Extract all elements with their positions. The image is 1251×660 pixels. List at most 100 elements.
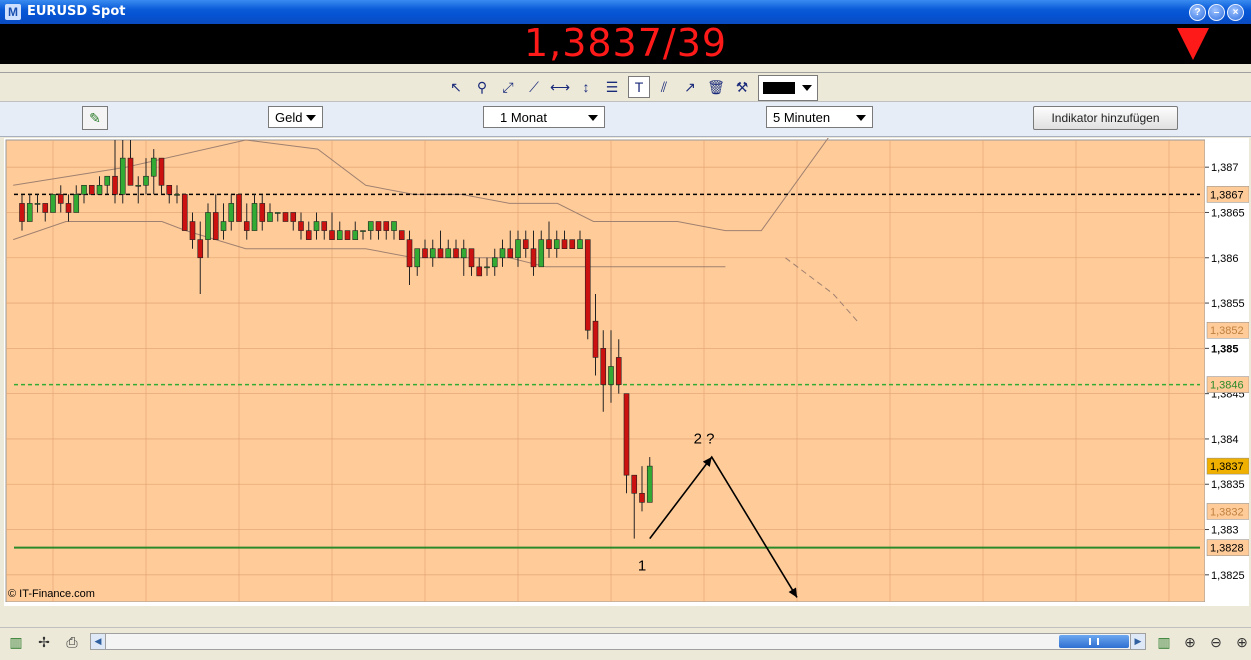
trendline-icon[interactable]: ⤢ [498,77,518,97]
period-value: 1 Monat [500,110,547,125]
candle-body [414,248,421,268]
y-tick-label: 1,3855 [1211,298,1245,310]
candle-body [484,266,490,269]
fibonacci-icon[interactable]: ☰ [602,77,622,97]
candle-body [88,184,95,195]
candle-body [422,248,428,259]
price-chart[interactable]: 1,3871,38651,3861,38551,3851,38451,3841,… [4,138,1249,606]
candle-body [243,221,250,231]
candle-body [104,175,111,186]
m-logo-icon: M [5,4,21,20]
chart-area[interactable]: 1,387 1,3865 1,386 1,3855 1,385 1,3845 1,384 1,… [4,138,1249,606]
trash-icon[interactable]: 🗑 [706,77,726,97]
scrollbar-thumb[interactable] [1059,635,1129,648]
candle-body [507,248,514,259]
y-tick-label: 1,384 [1211,434,1239,446]
candle-body [158,157,165,186]
chevron-down-icon [588,115,598,121]
close-button[interactable]: × [1227,4,1244,21]
chevron-down-icon [306,115,316,121]
candle-body [197,239,204,259]
price-tag-label: 1,3852 [1210,325,1244,337]
candle-body [608,366,614,385]
candle-body [143,175,149,186]
candle-body [398,230,405,240]
y-tick-label: 1,385 [1211,343,1239,355]
help-icon[interactable]: ? [1189,4,1206,21]
scroll-right-icon[interactable]: ▶ [1130,634,1145,649]
candle-body [259,203,266,222]
zoom-fit-icon[interactable]: ⊕ [1180,632,1200,652]
y-tick-label: 1,3825 [1211,570,1245,582]
interval-value: 5 Minuten [773,110,831,125]
candle-body [26,203,33,222]
splitter[interactable] [0,64,1251,73]
vertical-line-icon[interactable]: ↕ [576,77,596,97]
candle-body [282,212,289,222]
price-type-select[interactable]: Geld [268,106,323,128]
zoom-in-icon[interactable]: ⊕ [1232,632,1251,652]
candle-body [96,184,103,195]
candle-body [19,203,25,222]
chart-settings-icon[interactable]: ▥ [1154,632,1174,652]
chevron-down-icon [856,115,866,121]
y-tick-label: 1,387 [1211,162,1239,174]
candle-body [367,221,374,231]
print-icon[interactable]: ⎙ [62,632,82,652]
minimize-button[interactable]: – [1208,4,1225,21]
candle-body [81,184,87,195]
arrow-line-icon[interactable]: ↗ [680,77,700,97]
interval-select[interactable]: 5 Minuten [766,106,873,128]
candle-body [453,248,459,259]
price-tag-label: 1,3837 [1210,461,1244,473]
candle-body [34,203,41,205]
candle-body [499,248,506,259]
ray-icon[interactable]: ⟋ [524,77,544,97]
candle-body [600,348,607,385]
candle-body [491,257,498,268]
candle-body [174,194,180,196]
parallel-channel-icon[interactable]: ⫽ [654,77,674,97]
zoom-out-icon[interactable]: ⊖ [1206,632,1226,652]
y-tick-label: 1,386 [1211,253,1239,265]
candle-body [290,212,297,222]
candle-body [569,239,576,250]
y-tick-label: 1,3835 [1211,479,1245,491]
x-axis-band [4,602,1249,606]
scroll-left-icon[interactable]: ◀ [91,634,106,649]
candle-body [406,239,413,268]
period-select[interactable]: 1 Monat [483,106,605,128]
grip-icon [1089,638,1099,645]
pointer-icon[interactable]: ↖ [446,77,466,97]
candle-body [429,248,436,259]
candle-body [460,248,467,259]
watermark: © IT-Finance.com [8,588,95,600]
candle-body [437,248,444,259]
candle-body [313,221,320,231]
time-scrollbar[interactable]: ◀ ▶ [90,633,1146,650]
line-color-picker[interactable] [758,75,818,101]
candle-body [445,248,452,259]
zoom-icon[interactable]: ⚲ [472,77,492,97]
candle-body [119,157,126,195]
crosshair-icon[interactable]: ✢ [34,632,54,652]
candle-body [181,194,188,231]
add-indicator-button[interactable]: Indikator hinzufügen [1033,106,1178,130]
candle-body [298,221,304,231]
candle-body [476,266,483,277]
candle-body [65,203,72,213]
candle-body [375,221,382,231]
tools-icon[interactable]: ⚒ [732,77,752,97]
chart-type-icon[interactable]: ▥ [6,632,26,652]
candle-body [73,194,80,213]
text-icon[interactable]: T [628,76,650,98]
price-tag-label: 1,3828 [1210,543,1244,555]
candle-body [592,320,599,358]
chart-style-icon[interactable]: ✎ [82,106,108,130]
horizontal-line-icon[interactable]: ⟷ [550,77,570,97]
candle-body [383,221,390,231]
candle-body [623,393,630,476]
y-tick-label: 1,383 [1211,525,1239,537]
window-title: EURUSD Spot [27,4,126,19]
candle-body [251,203,258,231]
